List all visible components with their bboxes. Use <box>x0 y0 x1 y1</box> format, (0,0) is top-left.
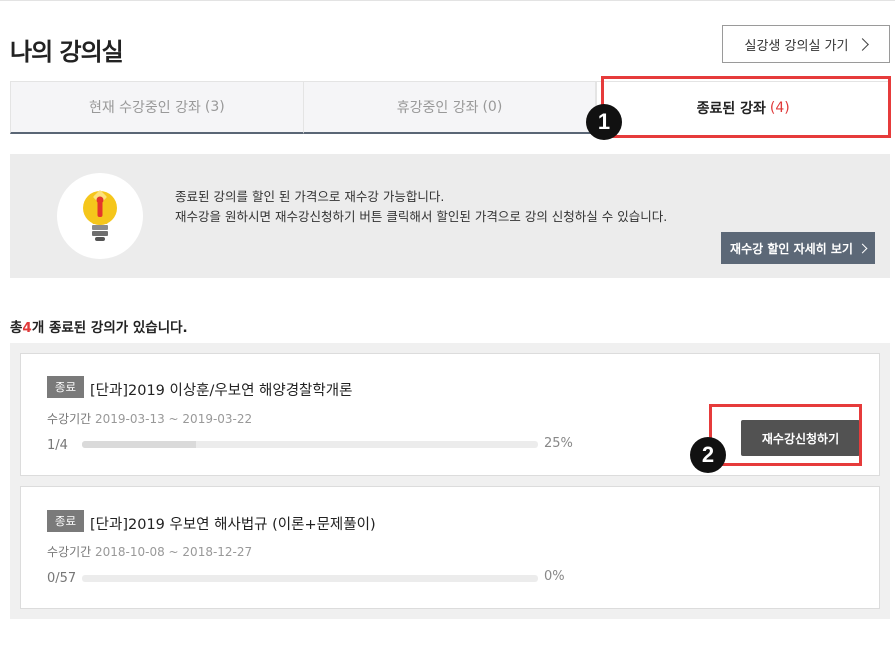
period-label: 수강기간 <box>47 412 92 426</box>
tab-label: 현재 수강중인 강좌 <box>88 100 201 116</box>
course-list: 종료 [단과]2019 이상훈/우보연 해양경찰학개론 수강기간 2019-03… <box>10 343 890 619</box>
top-divider <box>0 0 895 1</box>
progress-percent: 25% <box>544 436 573 451</box>
tab-label: 종료된 강좌 <box>696 101 766 117</box>
ended-course-count: 총4개 종료된 강의가 있습니다. <box>10 316 188 336</box>
course-period: 수강기간 2018-10-08 ~ 2018-12-27 <box>47 543 252 560</box>
tab-current-courses[interactable]: 현재 수강중인 강좌 (3) <box>10 81 304 134</box>
status-badge: 종료 <box>47 510 84 532</box>
progress-count: 1/4 <box>47 438 68 453</box>
status-badge: 종료 <box>47 376 84 398</box>
period-dates: 2018-10-08 ~ 2018-12-27 <box>95 545 253 559</box>
tab-label: 휴강중인 강좌 <box>396 100 479 116</box>
tab-ended-courses[interactable]: 종료된 강좌 (4) <box>596 81 891 134</box>
retake-apply-button[interactable]: 재수강신청하기 <box>741 420 860 456</box>
info-panel: 종료된 강의를 할인 된 가격으로 재수강 가능합니다. 재수강을 원하시면 재… <box>10 154 890 278</box>
chevron-right-icon <box>856 37 870 51</box>
progress-bar <box>82 575 538 582</box>
count-suffix: 개 종료된 강의가 있습니다. <box>31 320 188 336</box>
count-prefix: 총 <box>10 320 23 336</box>
tab-count: (4) <box>769 100 790 116</box>
progress-bar <box>82 441 538 448</box>
course-title[interactable]: [단과]2019 이상훈/우보연 해양경찰학개론 <box>90 379 352 400</box>
step-marker-2: 2 <box>690 437 726 473</box>
course-card: 종료 [단과]2019 이상훈/우보연 해양경찰학개론 수강기간 2019-03… <box>20 353 880 476</box>
lightbulb-icon <box>57 173 143 259</box>
course-tabs: 현재 수강중인 강좌 (3) 휴강중인 강좌 (0) 종료된 강좌 (4) <box>10 81 891 134</box>
info-line-1: 종료된 강의를 할인 된 가격으로 재수강 가능합니다. <box>175 189 445 204</box>
retake-discount-details-button[interactable]: 재수강 할인 자세히 보기 <box>721 232 875 264</box>
progress-percent: 0% <box>544 569 565 584</box>
period-label: 수강기간 <box>47 545 92 559</box>
progress-count: 0/57 <box>47 571 77 586</box>
tab-paused-courses[interactable]: 휴강중인 강좌 (0) <box>303 81 597 134</box>
info-text: 종료된 강의를 할인 된 가격으로 재수강 가능합니다. 재수강을 원하시면 재… <box>175 187 667 227</box>
course-title[interactable]: [단과]2019 우보연 해사법규 (이론+문제풀이) <box>90 513 376 534</box>
retake-discount-label: 재수강 할인 자세히 보기 <box>730 241 853 256</box>
step-marker-1: 1 <box>586 104 622 140</box>
count-number: 4 <box>22 320 32 336</box>
period-dates: 2019-03-13 ~ 2019-03-22 <box>95 412 253 426</box>
chevron-right-icon <box>857 243 868 253</box>
course-card: 종료 [단과]2019 우보연 해사법규 (이론+문제풀이) 수강기간 2018… <box>20 486 880 609</box>
tab-count: (0) <box>482 99 503 115</box>
progress-bar-fill <box>82 441 196 448</box>
live-classroom-button[interactable]: 실강생 강의실 가기 <box>722 25 890 63</box>
live-classroom-label: 실강생 강의실 가기 <box>744 38 849 54</box>
tab-count: (3) <box>204 99 225 115</box>
info-line-2: 재수강을 원하시면 재수강신청하기 버튼 클릭해서 할인된 가격으로 강의 신청… <box>175 209 668 224</box>
course-period: 수강기간 2019-03-13 ~ 2019-03-22 <box>47 410 252 427</box>
page-title: 나의 강의실 <box>10 38 124 66</box>
